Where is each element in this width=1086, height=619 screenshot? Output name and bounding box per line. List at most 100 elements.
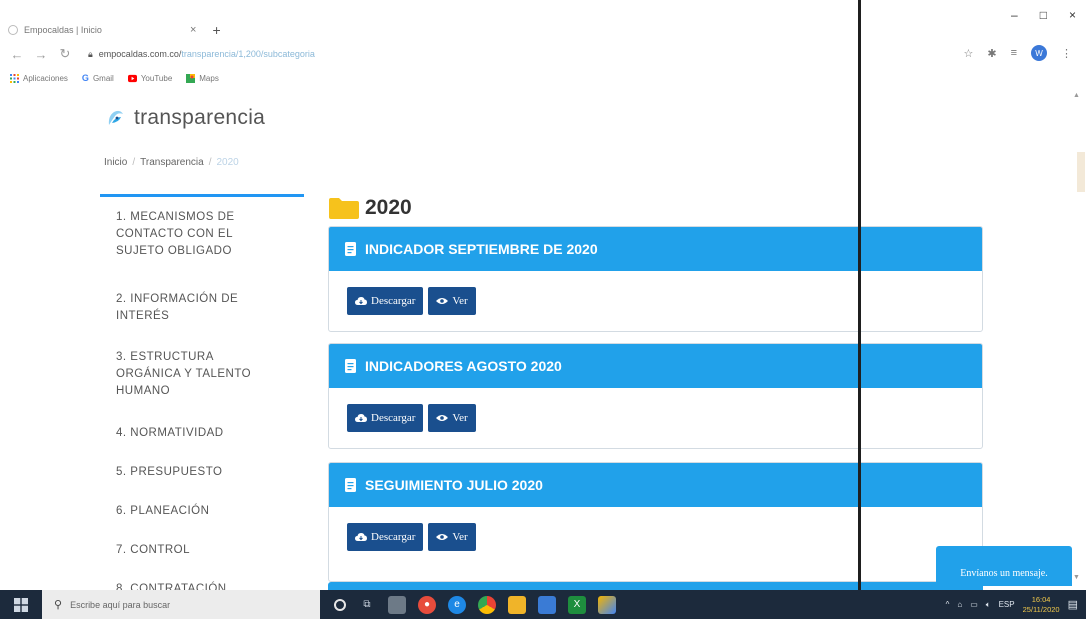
language-indicator[interactable]: ESP bbox=[999, 600, 1015, 609]
breadcrumb-current: 2020 bbox=[216, 157, 239, 168]
sidebar-item-control[interactable]: 7. CONTROL bbox=[100, 542, 190, 559]
site-brand[interactable]: transparencia bbox=[106, 106, 265, 130]
start-button[interactable] bbox=[0, 590, 42, 619]
app-icon[interactable] bbox=[538, 595, 556, 614]
document-title: INDICADORES AGOSTO 2020 bbox=[365, 358, 562, 374]
download-label: Descargar bbox=[371, 531, 416, 543]
bookmark-gmail[interactable]: G Gmail bbox=[82, 73, 114, 83]
eye-icon bbox=[436, 534, 449, 540]
download-label: Descargar bbox=[371, 295, 416, 307]
edge-icon[interactable]: e bbox=[448, 595, 466, 614]
clock-time: 16:04 bbox=[1031, 594, 1051, 604]
document-actions: Descargar Ver bbox=[329, 271, 982, 331]
download-button[interactable]: Descargar bbox=[347, 287, 424, 315]
bookmark-apps[interactable]: Aplicaciones bbox=[10, 73, 68, 83]
app-icon[interactable] bbox=[388, 595, 406, 614]
chrome-icon[interactable] bbox=[478, 595, 496, 614]
windows-taskbar: ⚲ Escribe aquí para buscar ⧉ ● e X ^ ⌂ ▭… bbox=[0, 590, 1086, 619]
app-icon[interactable]: ● bbox=[418, 595, 436, 614]
scrollbar-thumb[interactable] bbox=[1077, 152, 1085, 192]
document-card-header: SEGUIMIENTO JULIO 2020 bbox=[329, 463, 982, 507]
notifications-icon[interactable]: ▤ bbox=[1068, 598, 1078, 611]
tray-chevron-icon[interactable]: ^ bbox=[946, 600, 950, 609]
reload-icon[interactable]: ↻ bbox=[58, 46, 72, 62]
search-placeholder: Escribe aquí para buscar bbox=[70, 599, 171, 610]
sidebar-item-interest[interactable]: 2. INFORMACIÓN DE INTERÉS bbox=[100, 291, 250, 325]
url-host: empocaldas.com.co/ bbox=[98, 49, 182, 59]
scroll-up-arrow-icon[interactable]: ▲ bbox=[1073, 92, 1080, 99]
clock-date: 25/11/2020 bbox=[1022, 604, 1060, 614]
sidebar-item-budget[interactable]: 5. PRESUPUESTO bbox=[100, 464, 223, 481]
taskbar-search-box[interactable]: ⚲ Escribe aquí para buscar bbox=[42, 590, 320, 619]
document-title: SEGUIMIENTO JULIO 2020 bbox=[365, 477, 543, 493]
chat-message-button[interactable]: Envíanos un mensaje. bbox=[936, 546, 1072, 586]
gmail-icon: G bbox=[81, 73, 89, 83]
document-actions: Descargar Ver bbox=[329, 388, 982, 448]
browser-tab-bar: Empocaldas | Inicio × + – □ × bbox=[0, 0, 1086, 40]
download-label: Descargar bbox=[371, 412, 416, 424]
browser-tab[interactable]: Empocaldas | Inicio × + bbox=[0, 20, 221, 40]
minimize-button[interactable]: – bbox=[1011, 8, 1018, 22]
breadcrumb-section[interactable]: Transparencia bbox=[140, 157, 204, 168]
scroll-down-arrow-icon[interactable]: ▼ bbox=[1073, 574, 1080, 581]
network-icon[interactable]: ⌂ bbox=[957, 600, 962, 609]
sidebar-item-planning[interactable]: 6. PLANEACIÓN bbox=[100, 503, 209, 520]
task-view-icon[interactable]: ⧉ bbox=[358, 596, 376, 614]
extensions-icon[interactable]: ✱ bbox=[987, 47, 996, 60]
transparency-logo-icon bbox=[108, 110, 123, 125]
breadcrumb: Inicio / Transparencia / 2020 bbox=[104, 157, 239, 168]
sidebar-item-regulations[interactable]: 4. NORMATIVIDAD bbox=[100, 425, 224, 442]
tab-close-icon[interactable]: × bbox=[190, 24, 196, 36]
address-bar-actions: ☆ ✱ ≡ W ⋮ bbox=[963, 45, 1072, 61]
maps-icon bbox=[186, 73, 196, 83]
eye-icon bbox=[436, 298, 449, 304]
cloud-download-icon bbox=[355, 297, 367, 305]
address-bar: ← → ↻ 🔒︎ empocaldas.com.co/transparencia… bbox=[0, 40, 1086, 68]
maximize-button[interactable]: □ bbox=[1040, 8, 1047, 22]
lock-icon[interactable]: 🔒︎ bbox=[88, 49, 93, 60]
clock[interactable]: 16:04 25/11/2020 bbox=[1023, 595, 1060, 615]
bookmark-label: Aplicaciones bbox=[23, 73, 68, 83]
download-button[interactable]: Descargar bbox=[347, 523, 424, 551]
view-button[interactable]: Ver bbox=[428, 287, 476, 315]
view-label: Ver bbox=[452, 531, 468, 543]
browser-menu-icon[interactable]: ⋮ bbox=[1061, 47, 1072, 60]
volume-icon[interactable]: 🔈︎ bbox=[986, 600, 991, 610]
app-icon[interactable] bbox=[598, 595, 616, 614]
bookmark-star-icon[interactable]: ☆ bbox=[963, 47, 973, 60]
tab-title: Empocaldas | Inicio bbox=[24, 25, 102, 35]
bookmark-label: Maps bbox=[199, 73, 219, 83]
bookmark-label: Gmail bbox=[92, 73, 114, 83]
document-icon bbox=[345, 242, 356, 256]
document-card: SEGUIMIENTO JULIO 2020 Descargar Ver bbox=[328, 462, 983, 582]
view-button[interactable]: Ver bbox=[428, 523, 476, 551]
cortana-icon[interactable] bbox=[334, 598, 346, 611]
profile-avatar[interactable]: W bbox=[1031, 45, 1047, 61]
battery-icon[interactable]: ▭ bbox=[970, 600, 978, 609]
file-explorer-icon[interactable] bbox=[508, 595, 526, 614]
excel-icon[interactable]: X bbox=[568, 595, 586, 614]
taskbar-apps: ⧉ ● e X bbox=[334, 595, 616, 614]
search-icon: ⚲ bbox=[54, 599, 63, 611]
eye-icon bbox=[436, 415, 449, 421]
new-tab-button[interactable]: + bbox=[212, 22, 220, 38]
bookmark-youtube[interactable]: YouTube bbox=[127, 74, 172, 83]
document-icon bbox=[345, 478, 356, 492]
folder-heading: 2020 bbox=[329, 196, 412, 220]
view-label: Ver bbox=[452, 412, 468, 424]
breadcrumb-home[interactable]: Inicio bbox=[104, 157, 127, 168]
document-card-header-partial bbox=[328, 582, 983, 590]
download-button[interactable]: Descargar bbox=[347, 404, 424, 432]
view-button[interactable]: Ver bbox=[428, 404, 476, 432]
sidebar-item-contact[interactable]: 1. MECANISMOS DE CONTACTO CON EL SUJETO … bbox=[100, 209, 250, 260]
view-label: Ver bbox=[452, 295, 468, 307]
reading-list-icon[interactable]: ≡ bbox=[1011, 47, 1017, 59]
sidebar-item-structure[interactable]: 3. ESTRUCTURA ORGÁNICA Y TALENTO HUMANO bbox=[100, 349, 280, 400]
close-window-button[interactable]: × bbox=[1069, 8, 1076, 22]
bookmark-maps[interactable]: Maps bbox=[186, 73, 219, 83]
back-arrow-icon[interactable]: ← bbox=[10, 47, 24, 62]
cloud-download-icon bbox=[355, 414, 367, 422]
forward-arrow-icon[interactable]: → bbox=[34, 47, 48, 62]
url-field[interactable]: empocaldas.com.co/transparencia/1,200/su… bbox=[99, 49, 315, 59]
document-actions: Descargar Ver bbox=[329, 507, 982, 567]
